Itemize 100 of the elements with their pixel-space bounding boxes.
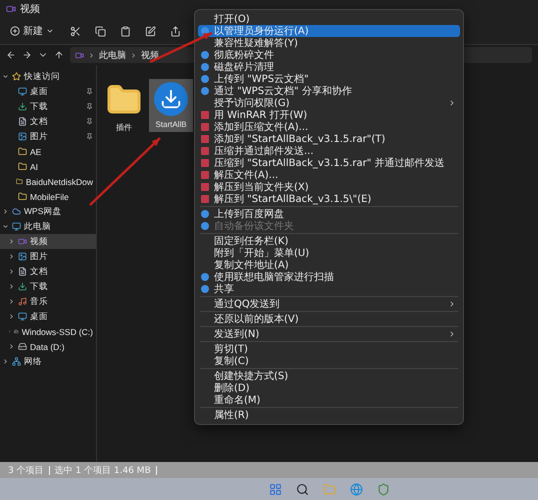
pin-icon[interactable] xyxy=(86,88,93,95)
menu-item[interactable]: 添加到压缩文件(A)... xyxy=(198,121,460,133)
forward-icon[interactable] xyxy=(22,50,32,60)
menu-item[interactable]: 兼容性疑难解答(Y) xyxy=(198,37,460,49)
menu-item[interactable]: 解压到当前文件夹(X) xyxy=(198,181,460,193)
start-icon[interactable] xyxy=(268,482,282,496)
chevron-right-icon[interactable] xyxy=(2,208,9,215)
file-tile[interactable]: 插件 xyxy=(102,79,146,136)
sidebar-item[interactable]: 图片 xyxy=(0,129,96,144)
rename-icon[interactable] xyxy=(143,24,158,38)
new-button[interactable]: 新建 xyxy=(6,22,58,40)
doc-icon xyxy=(18,267,27,276)
sidebar-item[interactable]: 图片 xyxy=(0,249,96,264)
menu-item[interactable]: 以管理员身份运行(A) xyxy=(198,25,460,37)
desktop-icon xyxy=(18,312,27,321)
pin-icon[interactable] xyxy=(86,103,93,110)
menu-item[interactable]: 添加到 "StartAllBack_v3.1.5.rar"(T) xyxy=(198,133,460,145)
menu-item[interactable]: 创建快捷方式(S) xyxy=(198,370,460,382)
menu-item[interactable]: 授予访问权限(G) xyxy=(198,97,460,109)
search-icon[interactable] xyxy=(296,482,308,496)
back-icon[interactable] xyxy=(6,50,16,60)
menu-item[interactable]: 剪切(T) xyxy=(198,343,460,355)
sidebar-item[interactable]: 桌面 xyxy=(0,309,96,324)
sidebar-item[interactable]: 此电脑 xyxy=(0,219,96,234)
copy-icon[interactable] xyxy=(93,24,108,38)
chevron-right-icon xyxy=(88,52,95,58)
menu-item[interactable]: 发送到(N) xyxy=(198,328,460,340)
sidebar-item[interactable]: 文档 xyxy=(0,264,96,279)
doc-icon xyxy=(18,117,27,126)
menu-item[interactable]: 复制(C) xyxy=(198,355,460,367)
menu-item[interactable]: 使用联想电脑管家进行扫描 xyxy=(198,271,460,283)
menu-item[interactable]: 通过 "WPS云文档" 分享和协作 xyxy=(198,85,460,97)
sidebar-item[interactable]: 桌面 xyxy=(0,84,96,99)
menu-item[interactable]: 上传到 "WPS云文档" xyxy=(198,73,460,85)
menu-item[interactable]: 通过QQ发送到 xyxy=(198,298,460,310)
sidebar-item[interactable]: 下载 xyxy=(0,279,96,294)
desktop-icon xyxy=(18,87,27,96)
menu-item[interactable]: 重命名(M) xyxy=(198,394,460,406)
window-title: 视频 xyxy=(20,2,40,16)
video-icon xyxy=(18,237,27,246)
menu-item[interactable]: 附到「开始」菜单(U) xyxy=(198,247,460,259)
sidebar-item[interactable]: WPS网盘 xyxy=(0,204,96,219)
file-tile[interactable]: StartAllB xyxy=(149,79,193,132)
chevron-right-icon[interactable] xyxy=(8,283,15,290)
sidebar-item[interactable]: 网络 xyxy=(0,354,96,369)
picture-icon xyxy=(18,252,27,261)
menu-item[interactable]: 复制文件地址(A) xyxy=(198,259,460,271)
folder-icon xyxy=(18,192,27,201)
chevron-right-icon[interactable] xyxy=(2,358,9,365)
menu-item[interactable]: 固定到任务栏(K) xyxy=(198,235,460,247)
menu-item[interactable]: 压缩并通过邮件发送... xyxy=(198,145,460,157)
annotation-arrow xyxy=(149,32,213,64)
chevron-right-icon[interactable] xyxy=(8,298,15,305)
menu-item[interactable]: 用 WinRAR 打开(W) xyxy=(198,109,460,121)
menu-item[interactable]: 解压到 "StartAllBack_v3.1.5\"(E) xyxy=(198,193,460,205)
chevron-right-icon[interactable] xyxy=(8,313,15,320)
download-icon xyxy=(18,102,27,111)
chevron-right-icon[interactable] xyxy=(8,268,15,275)
chevron-right-icon[interactable] xyxy=(8,343,15,350)
up-icon[interactable] xyxy=(54,50,64,60)
menu-item[interactable]: 磁盘碎片清理 xyxy=(198,61,460,73)
sidebar-item[interactable]: AE xyxy=(0,144,96,159)
pin-icon[interactable] xyxy=(86,133,93,140)
sidebar-item[interactable]: AI xyxy=(0,159,96,174)
chevron-right-icon[interactable] xyxy=(8,253,15,260)
cloud-icon xyxy=(12,207,21,216)
folder-icon xyxy=(18,162,27,171)
breadcrumb[interactable]: 此电脑 xyxy=(99,48,126,62)
sidebar-item[interactable]: Windows-SSD (C:) xyxy=(0,324,96,339)
sidebar-item[interactable]: Data (D:) xyxy=(0,339,96,354)
installer-icon xyxy=(154,82,188,116)
sidebar-item[interactable]: 音乐 xyxy=(0,294,96,309)
sidebar-item[interactable]: 下载 xyxy=(0,99,96,114)
music-icon xyxy=(18,297,27,306)
video-folder-icon xyxy=(6,4,16,14)
sidebar-item[interactable]: 快速访问 xyxy=(0,69,96,84)
chevron-right-icon xyxy=(130,52,137,58)
sidebar-item[interactable]: 文档 xyxy=(0,114,96,129)
sidebar-item[interactable]: BaiduNetdiskDow xyxy=(0,174,96,189)
menu-item[interactable]: 属性(R) xyxy=(198,409,460,421)
folder-icon xyxy=(16,177,23,186)
sidebar-item[interactable]: MobileFile xyxy=(0,189,96,204)
pin-icon[interactable] xyxy=(86,118,93,125)
chevron-down-icon[interactable] xyxy=(2,223,9,230)
menu-item[interactable]: 打开(O) xyxy=(198,13,460,25)
menu-item[interactable]: 压缩到 "StartAllBack_v3.1.5.rar" 并通过邮件发送 xyxy=(198,157,460,169)
status-text: 选中 1 个项目 1.46 MB xyxy=(54,464,151,476)
sidebar-item[interactable]: 视频 xyxy=(0,234,96,249)
drive-icon xyxy=(14,327,19,336)
chevron-down-icon[interactable] xyxy=(2,73,9,80)
picture-icon xyxy=(18,132,27,141)
menu-item[interactable]: 解压文件(A)... xyxy=(198,169,460,181)
menu-item[interactable]: 上传到百度网盘 xyxy=(198,208,460,220)
star-icon xyxy=(12,72,21,81)
drive-icon xyxy=(18,342,27,351)
menu-item[interactable]: 彻底粉碎文件 xyxy=(198,49,460,61)
menu-item[interactable]: 还原以前的版本(V) xyxy=(198,313,460,325)
menu-item[interactable]: 共享 xyxy=(198,283,460,295)
menu-item[interactable]: 删除(D) xyxy=(198,382,460,394)
chevron-right-icon[interactable] xyxy=(8,238,15,245)
